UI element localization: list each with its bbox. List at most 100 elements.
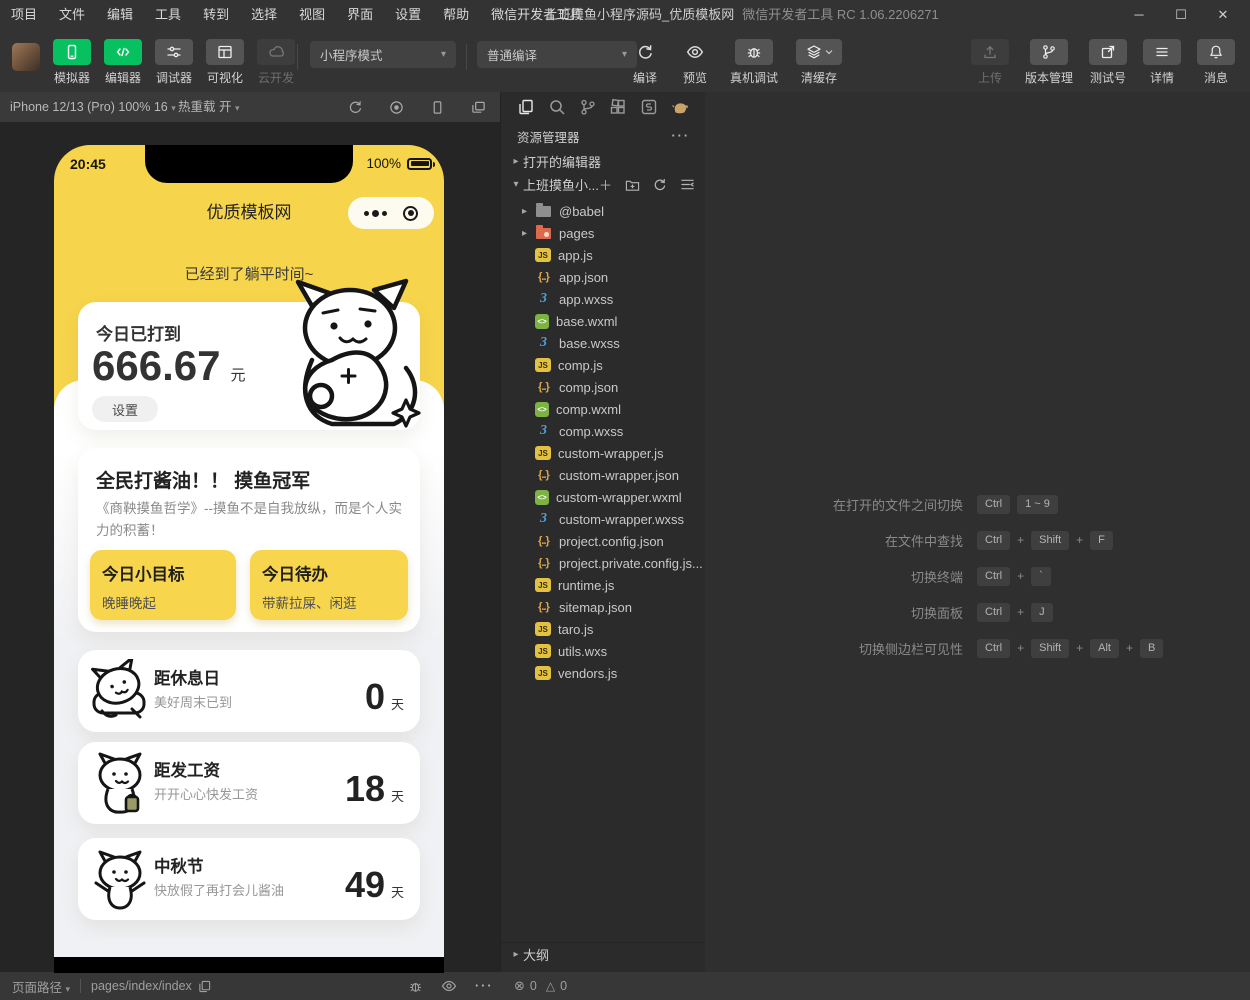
problems-indicator[interactable]: ⊗ 0 △ 0: [514, 972, 567, 1000]
file-row[interactable]: JSutils.wxs: [501, 640, 705, 662]
file-row[interactable]: 3comp.wxss: [501, 420, 705, 442]
activity-bar: [501, 92, 705, 122]
open-editors-section[interactable]: ▸ 打开的编辑器: [501, 150, 705, 173]
file-row[interactable]: JSapp.js: [501, 244, 705, 266]
file-row[interactable]: JSvendors.js: [501, 662, 705, 684]
file-row[interactable]: JScustom-wrapper.js: [501, 442, 705, 464]
preview-button[interactable]: 预览: [673, 39, 717, 86]
menu-goto[interactable]: 转到: [192, 0, 240, 30]
vconsole-bug-icon[interactable]: [408, 979, 423, 994]
debugger-toggle-button[interactable]: 调试器: [152, 39, 196, 86]
maximize-button[interactable]: ☐: [1160, 0, 1202, 30]
menu-settings[interactable]: 设置: [384, 0, 432, 30]
minimize-button[interactable]: ─: [1118, 0, 1160, 30]
settings-button[interactable]: 设置: [92, 396, 158, 422]
files-icon[interactable]: [517, 98, 535, 116]
file-row[interactable]: <>base.wxml: [501, 310, 705, 332]
plugin-box-icon[interactable]: [640, 98, 658, 116]
menu-project[interactable]: 项目: [0, 0, 48, 30]
phone-home-bar: [54, 957, 444, 973]
new-folder-icon[interactable]: [625, 178, 640, 192]
restart-icon[interactable]: [348, 100, 363, 115]
menu-view[interactable]: 视图: [288, 0, 336, 30]
js-file-icon: JS: [535, 644, 551, 658]
file-row[interactable]: {..}app.json: [501, 266, 705, 288]
days-unit: 天: [391, 882, 404, 901]
clear-cache-button[interactable]: 清缓存: [791, 39, 847, 86]
multi-window-icon[interactable]: [471, 100, 486, 115]
keycap: Ctrl: [977, 639, 1010, 658]
menu-file[interactable]: 文件: [48, 0, 96, 30]
device-frame-icon[interactable]: [430, 100, 445, 115]
mode-select[interactable]: 小程序模式 ▾: [310, 41, 456, 68]
source-control-icon[interactable]: [579, 98, 597, 116]
upload-button[interactable]: 上传: [963, 39, 1017, 86]
new-file-icon[interactable]: ＋: [599, 175, 612, 194]
phone-screen: 20:45 100% 优质模板网 已经到了躺平时间~ 今日已打到 666.67 …: [54, 145, 444, 973]
teapot-icon[interactable]: [671, 98, 689, 116]
sliders-icon: [155, 39, 193, 65]
remote-debug-button[interactable]: 真机调试: [723, 39, 785, 86]
menu-select[interactable]: 选择: [240, 0, 288, 30]
menu-lines-icon: [1143, 39, 1181, 65]
js-file-icon: JS: [535, 358, 551, 372]
file-row[interactable]: {..}project.private.config.js...: [501, 552, 705, 574]
toolbar-separator: [297, 44, 298, 70]
menu-help[interactable]: 帮助: [432, 0, 480, 30]
daily-goal-box: 今日小目标 晚睡晚起: [90, 550, 236, 620]
file-row[interactable]: {..}custom-wrapper.json: [501, 464, 705, 486]
preview-eye-icon[interactable]: [441, 978, 457, 994]
hot-reload-toggle[interactable]: 热重载 开 ▾: [178, 92, 240, 123]
simulator-toggle-button[interactable]: 模拟器: [50, 39, 94, 86]
menu-edit[interactable]: 编辑: [96, 0, 144, 30]
upload-icon: [971, 39, 1009, 65]
user-avatar[interactable]: [12, 43, 40, 71]
extensions-icon[interactable]: [609, 98, 627, 116]
outline-section[interactable]: ▸ 大纲: [501, 942, 705, 966]
file-row[interactable]: ▸@babel: [501, 200, 705, 222]
file-row[interactable]: <>comp.wxml: [501, 398, 705, 420]
device-selector[interactable]: iPhone 12/13 (Pro) 100% 16 ▾: [10, 92, 176, 123]
file-row[interactable]: 3custom-wrapper.wxss: [501, 508, 705, 530]
file-row[interactable]: {..}comp.json: [501, 376, 705, 398]
cloud-dev-button[interactable]: 云开发: [254, 39, 298, 86]
collapse-all-icon[interactable]: [680, 178, 695, 191]
close-button[interactable]: ✕: [1202, 0, 1244, 30]
copy-icon[interactable]: [198, 980, 211, 993]
code-icon: [104, 39, 142, 65]
project-root-section[interactable]: ▾ 上班摸鱼小... ＋: [501, 173, 705, 196]
compile-button[interactable]: 编译: [623, 39, 667, 86]
details-button[interactable]: 详情: [1135, 39, 1189, 86]
shortcut-hints: 在打开的文件之间切换 Ctrl 1 ~ 9 在文件中查找 Ctrl + Shif…: [705, 486, 1250, 666]
test-account-button[interactable]: 测试号: [1081, 39, 1135, 86]
version-control-button[interactable]: 版本管理: [1017, 39, 1081, 86]
file-row[interactable]: {..}project.config.json: [501, 530, 705, 552]
file-row[interactable]: JSruntime.js: [501, 574, 705, 596]
record-icon[interactable]: [389, 100, 404, 115]
more-icon[interactable]: ···: [475, 979, 494, 993]
capsule-menu[interactable]: [348, 197, 434, 229]
file-row[interactable]: ▸pages: [501, 222, 705, 244]
editor-panel: 在打开的文件之间切换 Ctrl 1 ~ 9 在文件中查找 Ctrl + Shif…: [705, 92, 1250, 972]
refresh-icon[interactable]: [653, 178, 667, 192]
refresh-icon: [626, 39, 664, 65]
file-row[interactable]: JScomp.js: [501, 354, 705, 376]
visualize-toggle-button[interactable]: 可视化: [203, 39, 247, 86]
file-row[interactable]: 3app.wxss: [501, 288, 705, 310]
file-row[interactable]: <>custom-wrapper.wxml: [501, 486, 705, 508]
editor-toggle-button[interactable]: 编辑器: [101, 39, 145, 86]
more-actions-icon[interactable]: ···: [672, 129, 691, 143]
file-row[interactable]: {..}sitemap.json: [501, 596, 705, 618]
search-icon[interactable]: [548, 98, 566, 116]
exit-target-icon[interactable]: [403, 206, 418, 221]
more-dots-icon[interactable]: [364, 210, 387, 217]
app-title: 微信开发者工具 RC 1.06.2206271: [742, 7, 939, 22]
menu-interface[interactable]: 界面: [336, 0, 384, 30]
file-row[interactable]: JStaro.js: [501, 618, 705, 640]
file-row[interactable]: 3base.wxss: [501, 332, 705, 354]
messages-button[interactable]: 消息: [1189, 39, 1243, 86]
page-path-selector[interactable]: 页面路径 ▾: [12, 977, 70, 996]
compile-select[interactable]: 普通编译 ▾: [477, 41, 637, 68]
days-unit: 天: [391, 786, 404, 805]
menu-tools[interactable]: 工具: [144, 0, 192, 30]
